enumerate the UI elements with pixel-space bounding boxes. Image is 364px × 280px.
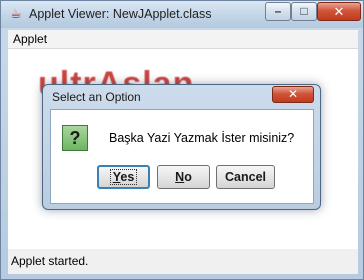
yes-label-rest: es bbox=[120, 170, 135, 184]
maximize-button[interactable]: □ bbox=[291, 2, 317, 21]
no-button[interactable]: No bbox=[157, 165, 210, 189]
dialog-title: Select an Option bbox=[52, 90, 141, 104]
option-dialog: Select an Option ✕ ? Başka Yazi Yazmak İ… bbox=[42, 84, 321, 210]
close-button[interactable]: ✕ bbox=[317, 2, 361, 21]
window-title: Applet Viewer: NewJApplet.class bbox=[29, 7, 212, 21]
java-icon: ☕ bbox=[10, 6, 22, 21]
menu-applet[interactable]: Applet bbox=[13, 32, 47, 46]
title-bar[interactable]: ☕ Applet Viewer: NewJApplet.class – □ ✕ bbox=[1, 1, 363, 28]
dialog-body: ? Başka Yazi Yazmak İster misiniz? Yes N… bbox=[50, 109, 314, 204]
dialog-title-bar[interactable]: Select an Option ✕ bbox=[43, 85, 320, 107]
minimize-button[interactable]: – bbox=[265, 2, 291, 21]
status-bar: Applet started. bbox=[8, 249, 358, 274]
status-text: Applet started. bbox=[11, 254, 89, 268]
yes-button-label: Yes bbox=[109, 169, 138, 185]
dialog-message: Başka Yazi Yazmak İster misiniz? bbox=[109, 131, 295, 145]
no-mnemonic: N bbox=[175, 170, 185, 184]
yes-button[interactable]: Yes bbox=[97, 165, 150, 189]
question-icon: ? bbox=[62, 125, 88, 151]
no-label-rest: o bbox=[184, 170, 192, 184]
dialog-close-button[interactable]: ✕ bbox=[272, 86, 314, 103]
menu-bar: Applet bbox=[8, 30, 358, 49]
cancel-button[interactable]: Cancel bbox=[216, 165, 275, 189]
